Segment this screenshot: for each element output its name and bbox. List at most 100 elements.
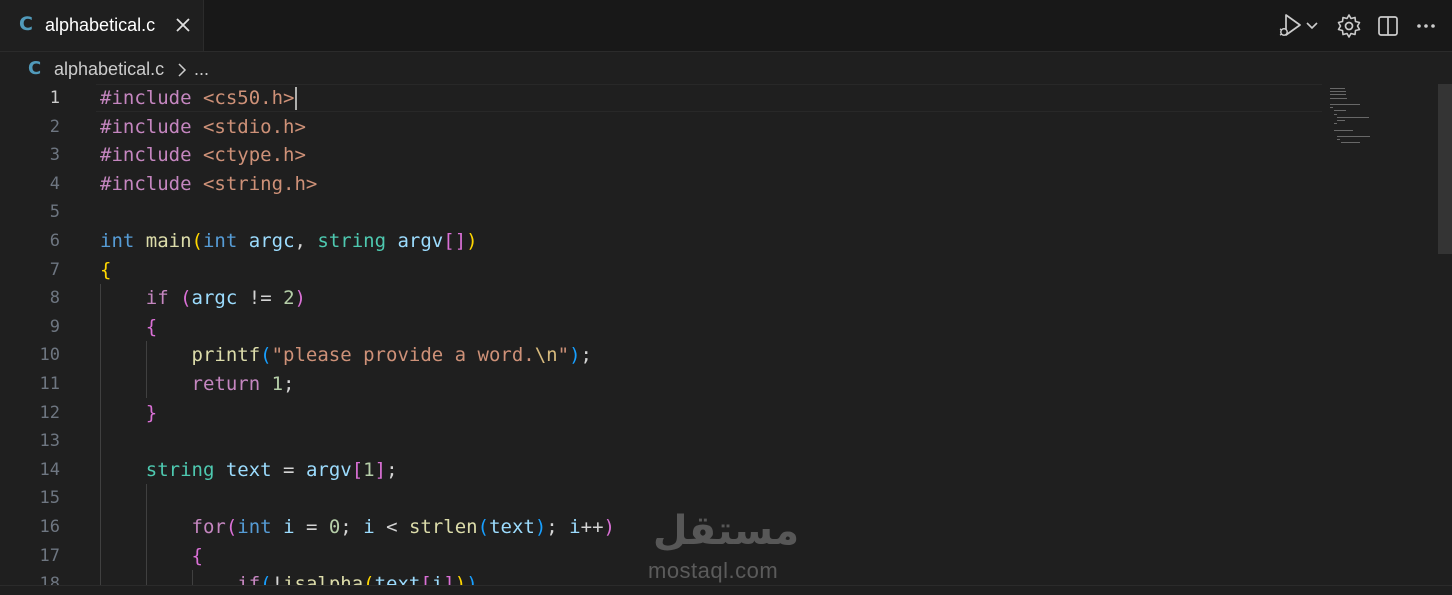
code-token: ;: [546, 516, 570, 538]
minimap[interactable]: [1328, 84, 1436, 164]
code-line[interactable]: #include <ctype.h>: [100, 141, 306, 170]
code-token: ]: [374, 458, 387, 481]
code-token: <stdio.h>: [202, 115, 306, 138]
close-icon[interactable]: [172, 14, 194, 36]
minimap-line: [1337, 136, 1371, 137]
minimap-line: [1330, 91, 1347, 93]
chevron-right-icon: [176, 61, 188, 83]
code-token: ): [294, 287, 306, 310]
code-line[interactable]: #include <stdio.h>: [100, 113, 306, 142]
tab-label: alphabetical.c: [45, 15, 156, 35]
line-number: 13: [39, 431, 60, 452]
chevron-down-icon[interactable]: [1304, 12, 1320, 40]
minimap-line: [1337, 116, 1369, 118]
more-icon[interactable]: [1412, 12, 1440, 40]
gear-icon[interactable]: [1335, 12, 1363, 40]
line-number: 1: [49, 88, 60, 108]
minimap-line: [1330, 107, 1333, 109]
watermark-latin: mostaql.com: [648, 558, 779, 583]
code-token: strlen: [408, 516, 478, 538]
code-token: main: [145, 230, 192, 252]
line-number: 2: [49, 116, 60, 137]
code-token: text: [489, 516, 535, 538]
minimap-line: [1337, 120, 1346, 121]
code-line[interactable]: int main(int argc, string argv[]): [100, 227, 478, 256]
code-line[interactable]: if (argc != 2): [100, 284, 306, 313]
minimap-line: [1333, 113, 1337, 115]
line-number: 3: [49, 145, 60, 166]
code-token: =: [283, 458, 306, 481]
code-token: ++: [580, 516, 604, 538]
indent-guide: [146, 484, 147, 595]
code-token: for: [191, 516, 226, 538]
code-line[interactable]: }: [100, 399, 157, 428]
minimap-line: [1330, 104, 1360, 105]
editor-window: C alphabetical.c C alphabetical.c ... 1 …: [0, 0, 1452, 595]
code-token: =: [305, 516, 329, 538]
line-number: 7: [49, 259, 60, 280]
code-line[interactable]: #include <string.h>: [100, 170, 317, 199]
line-number: 12: [39, 402, 60, 423]
code-line[interactable]: return 1;: [100, 370, 295, 399]
breadcrumb-file[interactable]: alphabetical.c: [54, 59, 164, 80]
minimap-line: [1337, 139, 1341, 141]
code-token: 1: [363, 458, 375, 481]
code-line[interactable]: {: [100, 256, 111, 285]
minimap-line: [1330, 88, 1346, 89]
code-token: #include: [100, 144, 203, 167]
code-token: {: [145, 315, 158, 338]
tab-alphabetical-c[interactable]: C alphabetical.c: [0, 0, 204, 51]
code-line[interactable]: for(int i = 0; i < strlen(text); i++): [100, 513, 615, 542]
code-token: ;: [340, 516, 364, 538]
code-line[interactable]: printf("please provide a word.\n");: [100, 341, 592, 370]
line-number: 8: [49, 288, 60, 309]
minimap-line: [1330, 97, 1348, 99]
code-token: ;: [386, 458, 398, 481]
code-token: (: [225, 516, 238, 538]
code-token: ;: [580, 344, 592, 367]
code-token: 0: [328, 516, 341, 538]
code-token: ;: [283, 373, 295, 395]
code-line[interactable]: string text = argv[1];: [100, 456, 398, 485]
code-token: return: [191, 373, 272, 395]
code-token: ": [557, 344, 570, 367]
tab-bar: C alphabetical.c: [0, 0, 1452, 52]
line-number: 5: [49, 202, 60, 223]
code-token: \n: [534, 344, 558, 367]
minimap-line: [1330, 94, 1347, 96]
code-line[interactable]: {: [100, 313, 157, 342]
code-token: #include: [100, 87, 203, 109]
code-token: {: [191, 544, 203, 567]
split-editor-icon[interactable]: [1374, 12, 1402, 40]
code-token: int: [100, 230, 146, 252]
code-token: argc: [191, 287, 249, 310]
breadcrumb-more[interactable]: ...: [194, 59, 209, 80]
code-token: string: [317, 230, 398, 252]
line-number: 4: [49, 173, 60, 194]
code-token: <ctype.h>: [202, 144, 306, 167]
code-token: int: [202, 230, 249, 252]
code-token: (: [260, 344, 272, 367]
code-line[interactable]: #include <cs50.h>: [100, 84, 294, 113]
line-number: 10: [39, 345, 60, 366]
run-debug-icon[interactable]: [1276, 12, 1304, 40]
code-token: (: [180, 287, 192, 310]
indent-guide: [100, 284, 101, 595]
code-line[interactable]: {: [100, 542, 203, 571]
text-cursor: [295, 87, 297, 110]
code-token: ): [466, 230, 478, 252]
minimap-line: [1333, 110, 1347, 112]
minimap-line: [1333, 123, 1337, 125]
code-token: !=: [248, 287, 284, 310]
code-token: i: [363, 516, 387, 538]
c-file-icon: C: [19, 13, 33, 35]
line-number: 15: [39, 488, 60, 509]
watermark: مستقل mostaql.com: [648, 508, 808, 588]
breadcrumb: C alphabetical.c ...: [0, 52, 1452, 84]
code-token: ): [569, 344, 581, 367]
code-token: (: [477, 516, 490, 538]
vertical-scrollbar[interactable]: [1438, 84, 1452, 254]
code-token: }: [145, 401, 158, 424]
